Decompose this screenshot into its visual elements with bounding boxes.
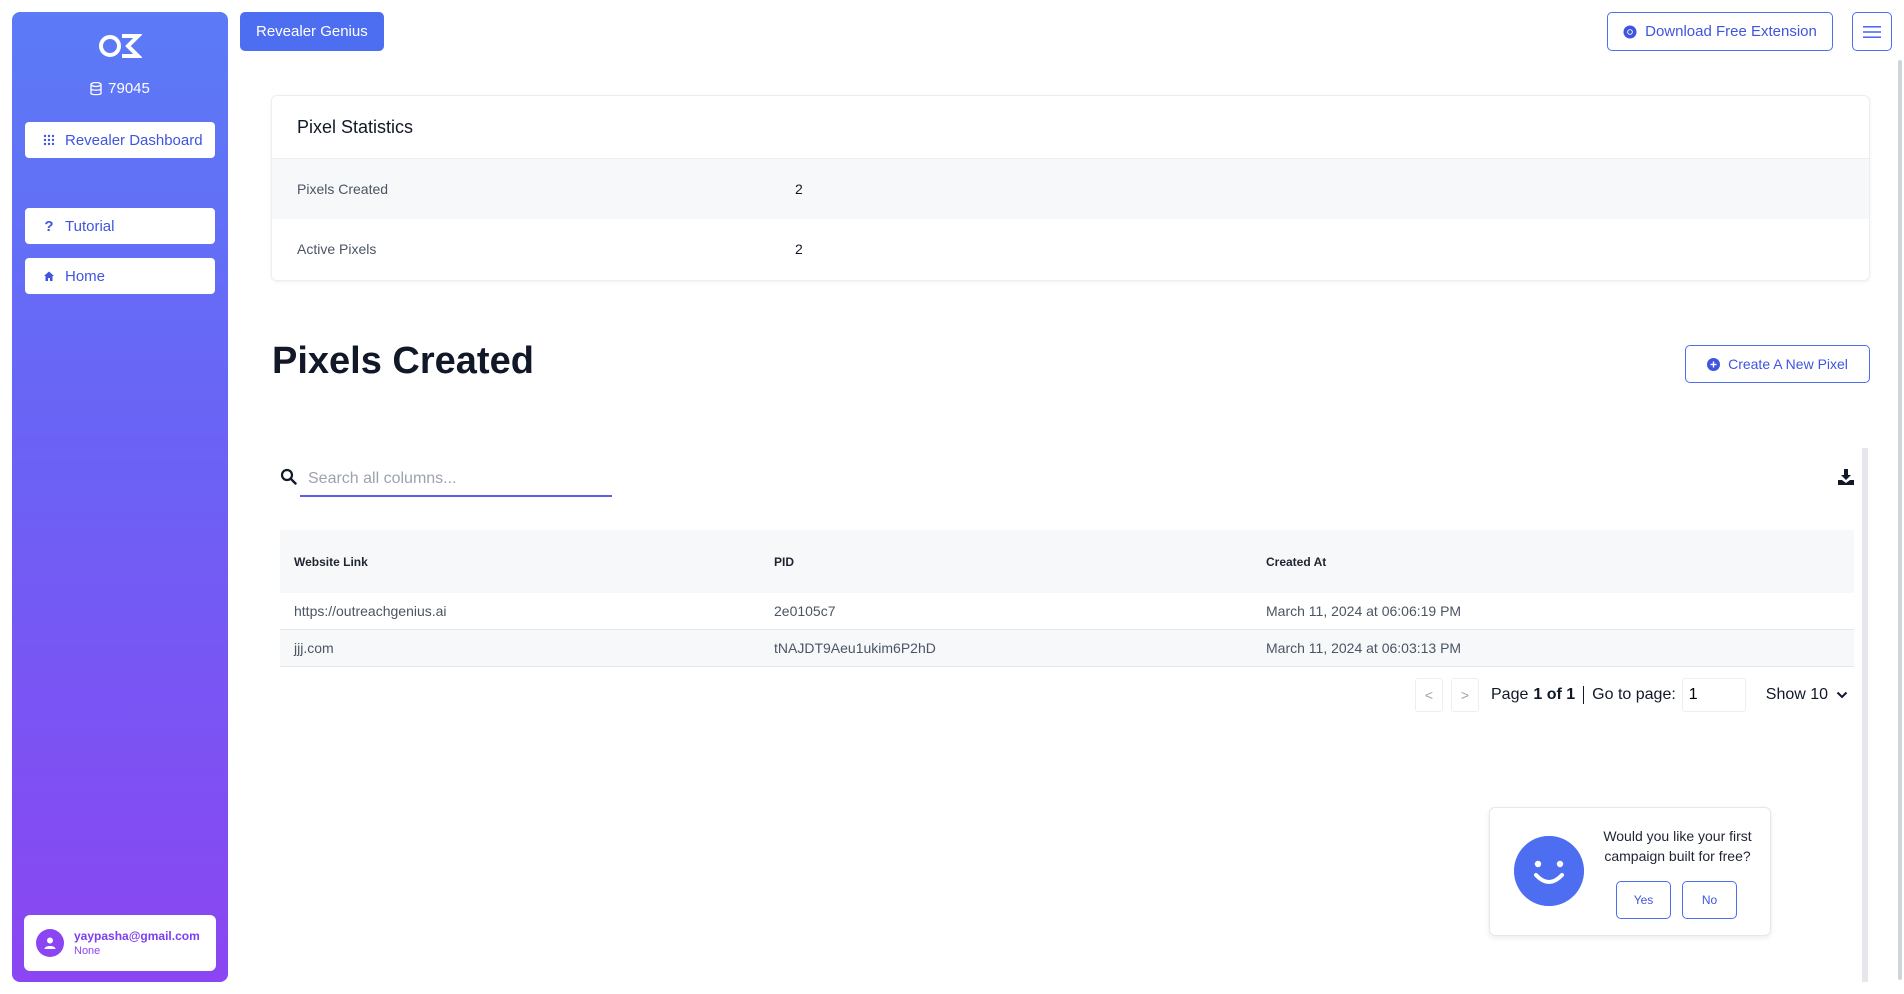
download-extension-label: Download Free Extension [1645,23,1817,40]
cell-website-link: jjj.com [294,640,334,656]
stat-row: Pixels Created 2 [272,159,1869,219]
page-prefix: Page [1491,686,1529,703]
revealer-dashboard-button[interactable]: Revealer Dashboard [25,122,215,158]
table-header: Website Link PID Created At [280,530,1854,593]
table-row[interactable]: jjj.com tNAJDT9Aeu1ukim6P2hD March 11, 2… [280,630,1854,667]
goto-page-input[interactable] [1681,678,1746,712]
pixel-statistics-card: Pixel Statistics Pixels Created 2 Active… [271,95,1870,281]
pagination-divider [1583,686,1585,704]
tutorial-label: Tutorial [65,217,115,235]
pixels-created-title: Pixels Created [272,340,534,382]
page-scrollbar[interactable] [1898,60,1902,980]
stat-row: Active Pixels 2 [272,219,1869,279]
credits-balance: 79045 [12,80,228,97]
column-header-pid[interactable]: PID [770,555,1266,569]
stat-label: Pixels Created [297,181,389,197]
menu-button[interactable] [1852,12,1892,51]
home-label: Home [65,267,106,285]
create-new-pixel-button[interactable]: Create A New Pixel [1685,345,1870,383]
stat-value: 2 [795,181,803,197]
search-icon [280,468,297,485]
logo-icon [99,34,142,58]
chevron-down-icon [1836,691,1848,699]
search-input[interactable] [300,463,612,497]
popup-message: Would you like your first campaign built… [1603,828,1752,864]
pixel-statistics-title: Pixel Statistics [272,96,1869,159]
smiley-icon [1514,836,1584,906]
column-header-created-at[interactable]: Created At [1266,555,1854,569]
tutorial-button[interactable]: ? Tutorial [25,208,215,244]
database-icon [90,81,102,95]
column-header-website-link[interactable]: Website Link [280,555,770,569]
table-scrollbar[interactable] [1862,448,1868,982]
plus-circle-icon [1707,357,1721,371]
no-button[interactable]: No [1682,881,1737,919]
credits-value: 79045 [108,80,150,97]
user-card[interactable]: yaypasha@gmail.com None [24,915,216,971]
download-extension-button[interactable]: Download Free Extension [1607,12,1833,51]
cell-website-link: https://outreachgenius.ai [294,603,447,619]
next-page-button[interactable]: > [1451,678,1479,712]
brand-label: Revealer Genius [256,23,368,40]
page-size-label: Show 10 [1765,686,1829,703]
hamburger-icon [1863,25,1881,38]
sidebar: 79045 Revealer Dashboard ? Tutorial Home… [12,12,228,982]
cell-created-at: March 11, 2024 at 06:06:19 PM [1266,603,1462,619]
table-row[interactable]: https://outreachgenius.ai 2e0105c7 March… [280,593,1854,630]
user-email: yaypasha@gmail.com [74,929,200,943]
grid-icon [43,134,55,146]
home-button[interactable]: Home [25,258,215,294]
goto-label: Go to page: [1592,686,1676,703]
pagination: < > Page 1 of 1 Go to page: Show 10 [1415,678,1848,712]
home-icon [44,271,54,281]
cell-pid: tNAJDT9Aeu1ukim6P2hD [774,640,936,656]
question-icon: ? [44,217,54,235]
free-campaign-popup: Would you like your first campaign built… [1489,807,1771,936]
prev-page-button[interactable]: < [1415,678,1443,712]
user-plan: None [74,945,101,957]
cell-pid: 2e0105c7 [774,603,836,619]
download-icon[interactable] [1837,468,1855,486]
stat-label: Active Pixels [297,241,377,257]
pixels-table: Website Link PID Created At https://outr… [280,530,1854,667]
chrome-icon [1623,25,1637,38]
yes-button[interactable]: Yes [1616,881,1671,919]
create-new-pixel-label: Create A New Pixel [1728,356,1848,372]
cell-created-at: March 11, 2024 at 06:03:13 PM [1266,640,1462,656]
revealer-genius-button[interactable]: Revealer Genius [240,12,384,51]
revealer-dashboard-label: Revealer Dashboard [65,131,203,149]
user-icon [44,937,56,949]
avatar [36,929,64,957]
stat-value: 2 [795,241,803,257]
page-size-select[interactable]: Show 10 [1766,686,1848,704]
page-indicator: 1 of 1 [1533,686,1576,703]
